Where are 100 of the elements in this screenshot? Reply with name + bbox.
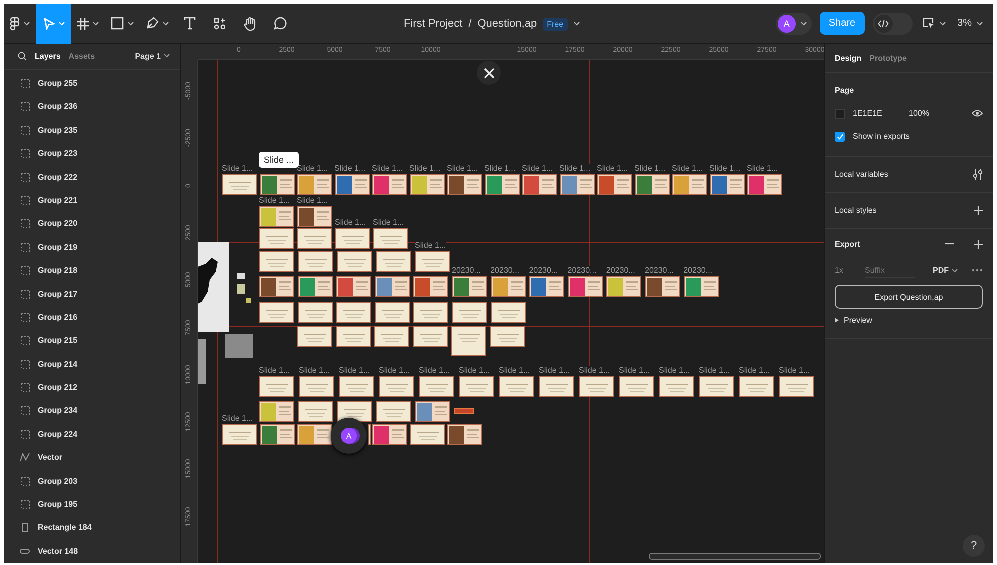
slide-thumbnail[interactable]: [376, 251, 411, 272]
dev-mode-toggle[interactable]: [872, 12, 913, 34]
slide-thumbnail[interactable]: [259, 376, 294, 397]
slide-thumbnail[interactable]: [447, 424, 482, 445]
export-button[interactable]: Export Question,ap: [835, 285, 983, 309]
slide-thumbnail[interactable]: [410, 174, 444, 195]
slide-thumbnail[interactable]: [447, 174, 482, 195]
layer-row[interactable]: Group 219: [4, 236, 180, 259]
slide-thumbnail[interactable]: [560, 174, 594, 195]
slide-thumbnail[interactable]: [373, 228, 408, 249]
slide-thumbnail[interactable]: [672, 174, 707, 195]
add-export-button[interactable]: [974, 240, 983, 248]
slide-thumbnail[interactable]: [490, 326, 525, 347]
close-button[interactable]: [477, 61, 501, 85]
variables-button[interactable]: [973, 169, 983, 180]
slide-thumbnail[interactable]: [259, 401, 294, 422]
slide-thumbnail[interactable]: [259, 251, 294, 272]
slide-thumbnail[interactable]: [259, 276, 294, 297]
slide-thumbnail[interactable]: [297, 174, 332, 195]
layer-row[interactable]: Group 218: [4, 258, 180, 282]
slide-thumbnail[interactable]: [259, 228, 294, 249]
more-options-button[interactable]: [972, 269, 983, 272]
slide-thumbnail[interactable]: [499, 376, 534, 397]
slide-thumbnail[interactable]: [299, 376, 334, 397]
slide-thumbnail[interactable]: [522, 174, 557, 195]
slide-thumbnail[interactable]: [419, 376, 454, 397]
slide-thumbnail[interactable]: [413, 276, 448, 297]
slide-thumbnail[interactable]: [645, 276, 680, 297]
slide-thumbnail[interactable]: [298, 276, 333, 297]
slide-thumbnail[interactable]: [379, 376, 414, 397]
slide-thumbnail[interactable]: [710, 174, 744, 195]
export-scale[interactable]: 1x: [835, 266, 865, 275]
slide-thumbnail[interactable]: [490, 302, 526, 323]
slide-thumbnail[interactable]: [334, 174, 370, 195]
slide-thumbnail[interactable]: [597, 174, 632, 195]
slide-thumbnail[interactable]: [337, 251, 372, 272]
slide-thumbnail[interactable]: [412, 326, 448, 347]
slide-thumbnail[interactable]: [260, 174, 294, 195]
layer-row[interactable]: Group 236: [4, 95, 180, 119]
layer-row[interactable]: Group 217: [4, 282, 180, 306]
slide-thumbnail[interactable]: [684, 276, 719, 297]
layer-row[interactable]: Group 220: [4, 212, 180, 236]
slide-thumbnail[interactable]: [298, 251, 333, 272]
slide-thumbnail[interactable]: [415, 251, 450, 272]
layer-row[interactable]: Rectangle 184: [4, 516, 180, 540]
layer-row[interactable]: Group 216: [4, 306, 180, 330]
layer-row[interactable]: Group 214: [4, 352, 180, 376]
layer-row[interactable]: Group 221: [4, 188, 180, 212]
layer-row[interactable]: Group 235: [4, 118, 180, 142]
slide-thumbnail[interactable]: [372, 174, 407, 195]
slide-thumbnail[interactable]: [413, 302, 448, 323]
preview-toggle[interactable]: Preview: [844, 316, 872, 325]
slide-thumbnail[interactable]: [336, 302, 372, 323]
present-button[interactable]: [920, 16, 948, 31]
slide-thumbnail[interactable]: [376, 401, 411, 422]
slide-thumbnail[interactable]: [659, 376, 694, 397]
slide-thumbnail[interactable]: [459, 376, 494, 397]
slide-thumbnail[interactable]: [452, 302, 487, 323]
layer-row[interactable]: Group 203: [4, 469, 180, 493]
visibility-button[interactable]: [972, 110, 983, 117]
layer-row[interactable]: Vector: [4, 446, 180, 470]
suffix-field[interactable]: Suffix: [865, 264, 915, 278]
collaborator-button[interactable]: A: [331, 418, 367, 454]
slide-thumbnail[interactable]: [699, 376, 734, 397]
user-avatar-button[interactable]: A: [776, 12, 812, 34]
layer-row[interactable]: Group 255: [4, 72, 180, 96]
slide-thumbnail[interactable]: [374, 302, 410, 323]
frame-thumbnail[interactable]: [454, 408, 474, 414]
slide-thumbnail[interactable]: [606, 276, 642, 297]
layer-row[interactable]: Group 195: [4, 492, 180, 516]
panel-tab[interactable]: Design: [835, 54, 862, 62]
panel-tab[interactable]: Prototype: [870, 54, 908, 62]
slide-thumbnail[interactable]: [260, 424, 294, 445]
add-style-button[interactable]: [974, 206, 983, 215]
slide-thumbnail[interactable]: [747, 174, 782, 195]
slide-thumbnail[interactable]: [452, 276, 487, 297]
panel-tab[interactable]: Layers: [35, 52, 61, 61]
slide-thumbnail[interactable]: [529, 276, 564, 297]
slide-thumbnail[interactable]: [374, 276, 410, 297]
layer-row[interactable]: Group 212: [4, 376, 180, 400]
slide-thumbnail[interactable]: [297, 206, 332, 227]
layer-row[interactable]: Group 222: [4, 165, 180, 189]
slide-thumbnail[interactable]: [415, 401, 450, 422]
slide-thumbnail[interactable]: [739, 376, 774, 397]
horizontal-scrollbar[interactable]: [649, 553, 821, 560]
file-name[interactable]: Question,ap: [478, 18, 538, 30]
slide-thumbnail[interactable]: [634, 174, 670, 195]
slide-thumbnail[interactable]: [539, 376, 574, 397]
format-dropdown[interactable]: PDF: [933, 266, 958, 275]
slide-thumbnail[interactable]: [490, 276, 526, 297]
help-button[interactable]: ?: [963, 535, 985, 557]
slide-thumbnail[interactable]: [339, 376, 374, 397]
slide-thumbnail[interactable]: [259, 302, 294, 323]
layer-row[interactable]: Group 234: [4, 399, 180, 423]
layer-row[interactable]: Group 215: [4, 329, 180, 352]
project-name[interactable]: First Project: [404, 18, 463, 30]
slide-thumbnail[interactable]: [298, 302, 333, 323]
slide-thumbnail[interactable]: [336, 276, 372, 297]
slide-thumbnail[interactable]: [368, 424, 370, 445]
slide-thumbnail[interactable]: [337, 401, 372, 422]
